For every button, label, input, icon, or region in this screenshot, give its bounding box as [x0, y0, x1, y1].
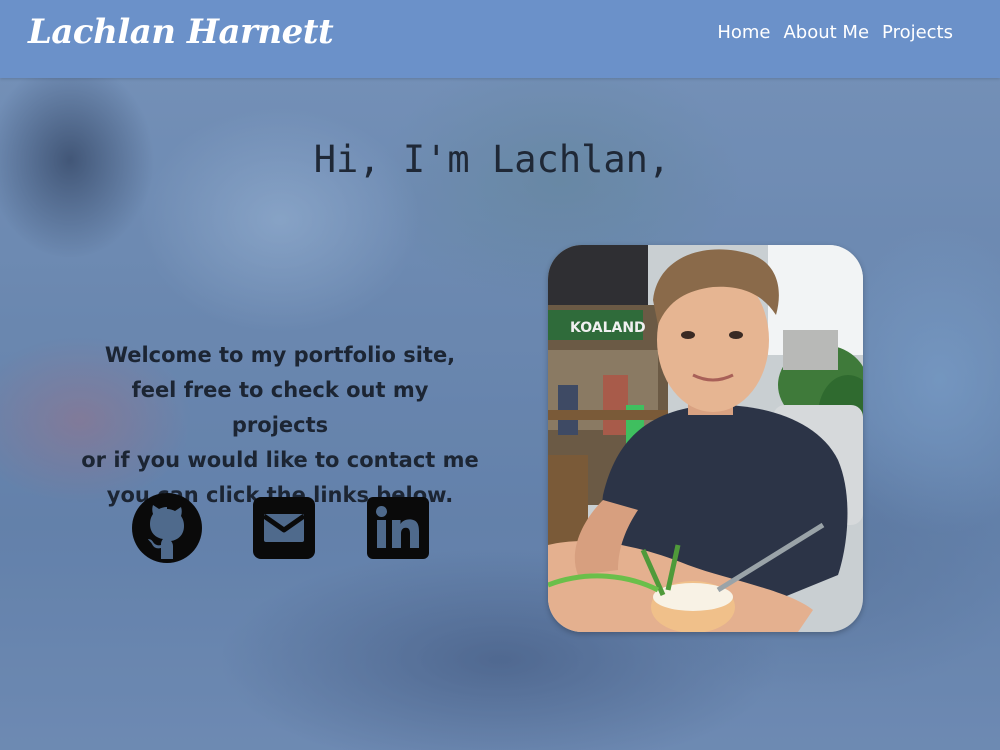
linkedin-icon	[367, 497, 429, 559]
nav-links: Home About Me Projects	[717, 22, 953, 43]
nav-link-projects[interactable]: Projects	[882, 22, 953, 43]
email-icon	[253, 497, 315, 559]
page-title: Hi, I'm Lachlan,	[313, 138, 671, 181]
koaland-sign: KOALAND	[570, 320, 646, 336]
nav-link-home[interactable]: Home	[717, 22, 770, 43]
github-icon	[132, 493, 202, 563]
email-link[interactable]	[250, 494, 318, 562]
welcome-line: or if you would like to contact me	[81, 448, 479, 472]
welcome-line: feel free to check out my projects	[131, 378, 429, 437]
brand-logo[interactable]: Lachlan Harnett	[28, 12, 334, 52]
welcome-line: Welcome to my portfolio site,	[104, 343, 456, 367]
linkedin-link[interactable]	[364, 494, 432, 562]
github-link[interactable]	[132, 493, 202, 563]
profile-photo: KOALAND	[548, 245, 863, 632]
welcome-text: Welcome to my portfolio site, feel free …	[80, 338, 480, 513]
navbar: Lachlan Harnett Home About Me Projects	[0, 0, 1000, 78]
nav-link-about-me[interactable]: About Me	[783, 22, 869, 43]
